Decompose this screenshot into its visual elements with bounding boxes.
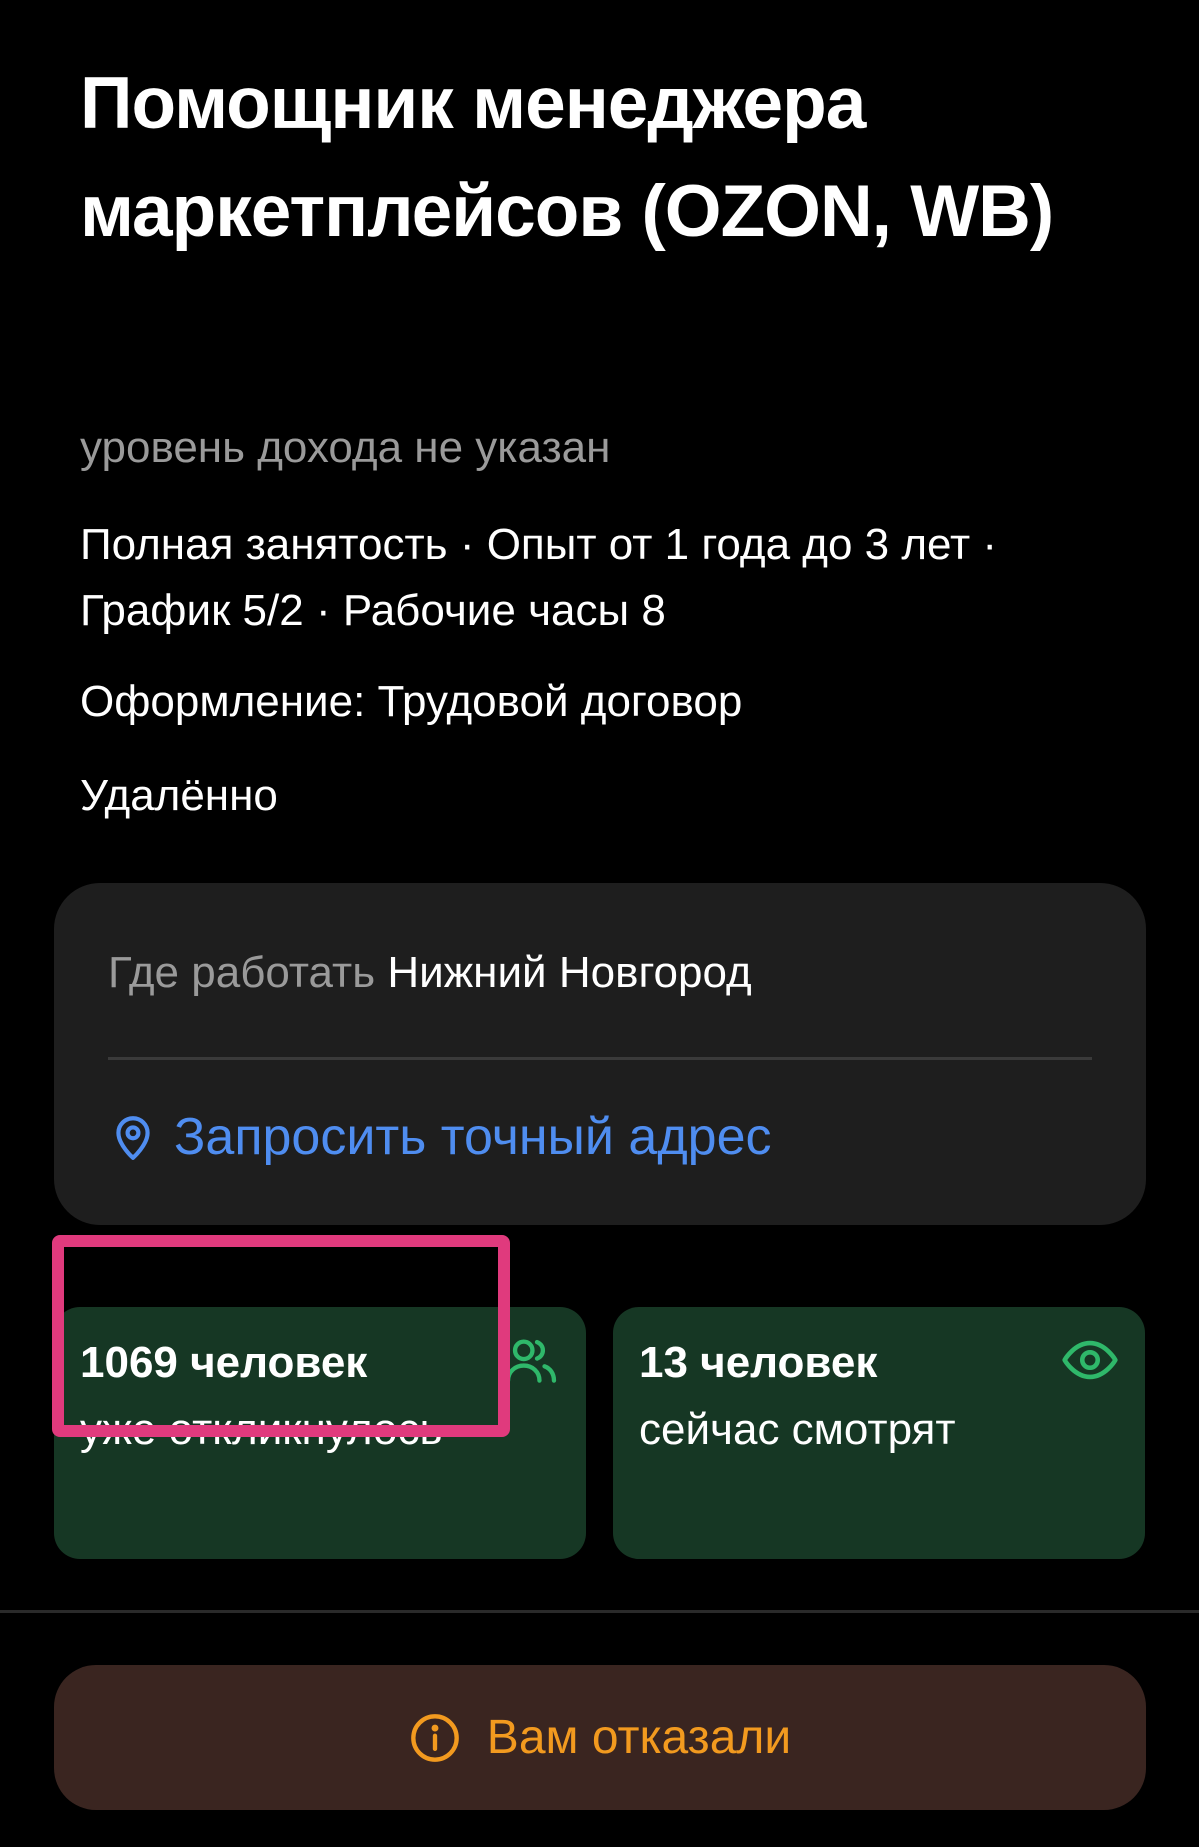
salary-info: уровень дохода не указан (80, 423, 611, 472)
work-format: Удалённо (80, 771, 278, 820)
employment-details: Полная занятость · Опыт от 1 года до 3 л… (80, 520, 998, 635)
work-location-label: Где работать (108, 948, 376, 997)
viewers-label: сейчас смотрят (639, 1405, 956, 1454)
bottom-divider (0, 1610, 1199, 1613)
viewers-card: 13 человек сейчас смотрят (613, 1307, 1145, 1559)
work-location-city: Нижний Новгород (387, 948, 752, 997)
card-divider (108, 1057, 1092, 1060)
request-address-link[interactable]: Запросить точный адрес (108, 1105, 772, 1169)
viewers-text: 13 человек сейчас смотрят (639, 1329, 1079, 1463)
contract-type: Оформление: Трудовой договор (80, 677, 743, 726)
eye-icon (1062, 1340, 1118, 1380)
highlight-annotation (52, 1235, 510, 1437)
rejection-status-label: Вам отказали (486, 1711, 792, 1764)
location-card: Где работать Нижний Новгород Запросить т… (54, 883, 1146, 1225)
people-icon (505, 1339, 557, 1383)
vacancy-title: Помощник менеджера маркетплейсов (OZON, … (80, 63, 1054, 252)
info-icon (410, 1713, 459, 1762)
map-pin-icon (116, 1116, 150, 1160)
request-address-label: Запросить точный адрес (174, 1108, 772, 1166)
rejection-status-button[interactable]: Вам отказали (54, 1665, 1146, 1810)
work-location: Где работать Нижний Новгород (108, 943, 752, 1003)
viewers-count: 13 человек (639, 1338, 878, 1387)
